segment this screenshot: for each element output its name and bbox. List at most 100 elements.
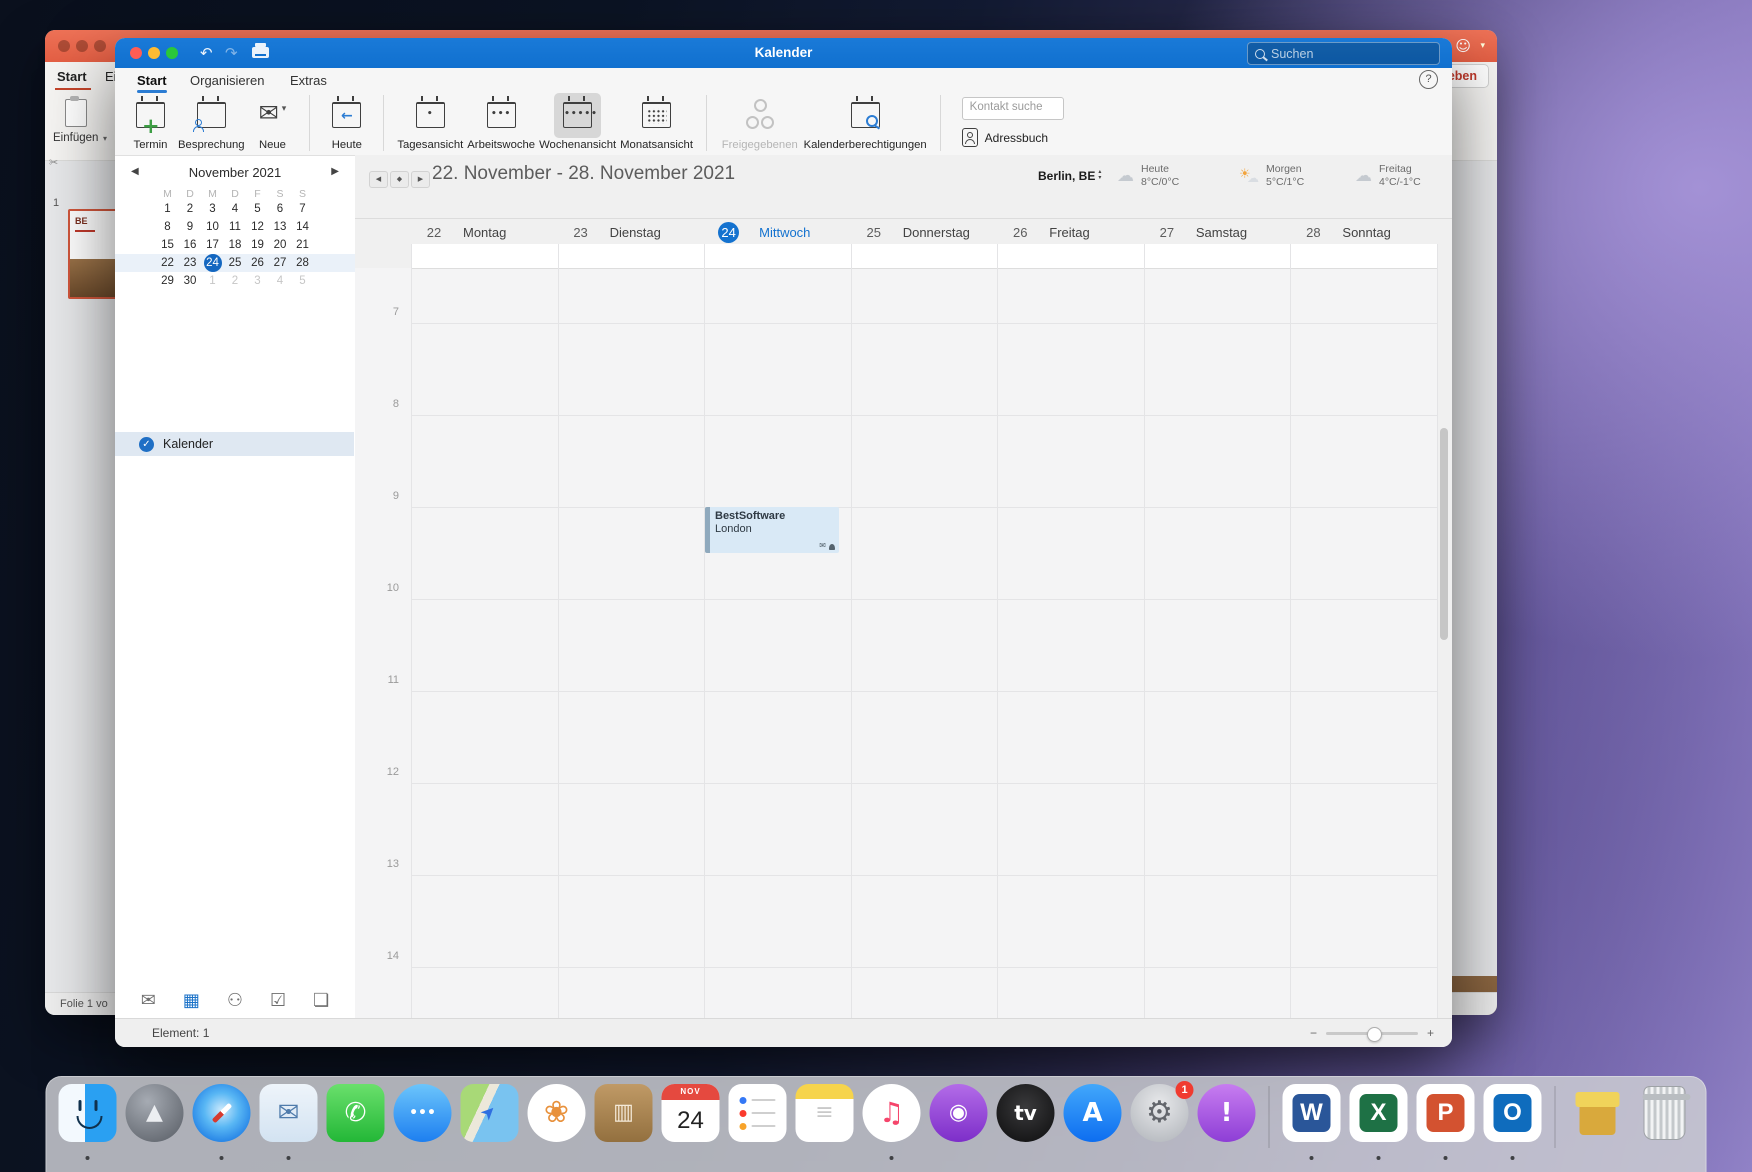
addressbook-button[interactable]: Adressbuch [962,128,1064,147]
powerpoint-icon[interactable]: P [1417,1084,1475,1142]
zoom-out-button[interactable]: − [1310,1026,1317,1040]
dock-item-reminders[interactable] [727,1084,789,1162]
day-header-sonntag[interactable]: 28Sonntag [1290,219,1437,245]
excel-icon[interactable]: X [1350,1084,1408,1142]
minical-day-17[interactable]: 17 [201,236,224,254]
contacts-icon[interactable]: ▥ [595,1084,653,1142]
dock-item-trash[interactable] [1634,1084,1696,1162]
zoom-slider-thumb[interactable] [1367,1027,1382,1042]
feedback-assistant-icon[interactable]: ! [1198,1084,1256,1142]
help-button[interactable]: ? [1419,70,1438,89]
dock-item-maps[interactable]: ➤ [459,1084,521,1162]
module-mail-icon[interactable]: ✉ [141,992,156,1010]
module-people-icon[interactable]: ⚇ [227,992,243,1010]
tab-start[interactable]: Start [137,73,167,88]
minical-day-27[interactable]: 27 [269,254,292,272]
dock-item-mail[interactable]: ✉ [258,1084,320,1162]
dock-item-launchpad[interactable]: ▲ [124,1084,186,1162]
reminders-icon[interactable] [729,1084,787,1142]
minical-day-12[interactable]: 12 [246,218,269,236]
minical-day-28[interactable]: 28 [291,254,314,272]
tab-extras[interactable]: Extras [290,73,327,88]
minical-day-5[interactable]: 5 [246,200,269,218]
dock-item-calendar[interactable]: NOV24 [660,1084,722,1162]
day-header-freitag[interactable]: 26Freitag [997,219,1144,245]
dock-item-music[interactable]: ♫ [861,1084,923,1162]
module-notes-icon[interactable]: ❏ [313,992,329,1010]
dock-item-contacts[interactable]: ▥ [593,1084,655,1162]
dock-item-word[interactable]: W [1281,1084,1343,1162]
notes-icon[interactable]: ≡ [796,1084,854,1142]
outlook-icon[interactable]: O [1484,1084,1542,1142]
minical-day-18[interactable]: 18 [224,236,247,254]
dock-item-outlook[interactable]: O [1482,1084,1544,1162]
minical-day-26[interactable]: 26 [246,254,269,272]
dock-item-system-preferences[interactable]: ⚙1 [1129,1084,1191,1162]
dock-item-feedback-assistant[interactable]: ! [1196,1084,1258,1162]
minical-day-16[interactable]: 16 [179,236,202,254]
dock-item-photos[interactable]: ❀ [526,1084,588,1162]
minical-day-4[interactable]: 4 [224,200,247,218]
dock-item-facetime[interactable]: ✆ [325,1084,387,1162]
day-header-dienstag[interactable]: 23Dienstag [558,219,705,245]
module-tasks-icon[interactable]: ☑ [270,992,286,1010]
vertical-scrollbar[interactable] [1440,428,1448,640]
sidebar-item-kalender[interactable]: ✓ Kalender [115,432,354,456]
cut-icon[interactable]: ✂ [49,156,58,169]
tab-organisieren[interactable]: Organisieren [190,73,264,88]
word-icon[interactable]: W [1283,1084,1341,1142]
podcasts-icon[interactable]: ◉ [930,1084,988,1142]
ribbon-button-kalenderberechtigungen[interactable]: Kalenderberechtigungen [804,93,927,153]
dock-item-safari[interactable] [191,1084,253,1162]
search-field[interactable]: Suchen [1247,42,1440,65]
dock-item-tv[interactable]: tv [995,1084,1057,1162]
minical-day-23[interactable]: 23 [179,254,202,272]
all-day-row[interactable] [411,244,1437,269]
dock-item-package[interactable] [1567,1084,1629,1162]
minical-day-4[interactable]: 4 [269,272,292,290]
ppt-close-button[interactable] [58,40,70,52]
ppt-zoom-button[interactable] [94,40,106,52]
event-bestsoftware[interactable]: BestSoftware London ✉ [705,507,839,553]
minical-day-7[interactable]: 7 [291,200,314,218]
outlook-window[interactable]: ↶ ↷ Kalender Suchen Start Organisieren E… [115,38,1452,1047]
ppt-tab-start[interactable]: Start [57,69,87,84]
minical-day-3[interactable]: 3 [201,200,224,218]
minical-prev-icon[interactable]: ◀ [131,166,139,177]
minical-day-2[interactable]: 2 [179,200,202,218]
calendar-grid[interactable] [355,268,1437,1019]
contact-search-input[interactable]: Kontakt suche [962,97,1064,120]
dock-item-excel[interactable]: X [1348,1084,1410,1162]
minical-day-1[interactable]: 1 [156,200,179,218]
dock-item-appstore[interactable]: A [1062,1084,1124,1162]
minical-day-3[interactable]: 3 [246,272,269,290]
ribbon-button-wochenansicht[interactable]: •••••Wochenansicht [539,93,616,153]
ribbon-button-monatsansicht[interactable]: Monatsansicht [620,93,693,153]
minical-day-24[interactable]: 24 [204,254,222,272]
dock-item-messages[interactable]: ••• [392,1084,454,1162]
package-icon[interactable] [1569,1084,1627,1142]
dock-item-finder[interactable] [57,1084,119,1162]
minical-day-21[interactable]: 21 [291,236,314,254]
minical-day-11[interactable]: 11 [224,218,247,236]
ribbon-button-termin[interactable]: +Termin [127,93,174,153]
ribbon-button-heute[interactable]: ←Heute [323,93,370,153]
paste-label[interactable]: Einfügen [53,132,98,144]
safari-icon[interactable] [193,1084,251,1142]
dock-item-powerpoint[interactable]: P [1415,1084,1477,1162]
ribbon-button-arbeitswoche[interactable]: •••Arbeitswoche [467,93,535,153]
day-header-donnerstag[interactable]: 25Donnerstag [851,219,998,245]
music-icon[interactable]: ♫ [863,1084,921,1142]
minical-day-8[interactable]: 8 [156,218,179,236]
calendar-check-icon[interactable]: ✓ [139,437,154,452]
mail-icon[interactable]: ✉ [260,1084,318,1142]
paste-icon[interactable] [65,99,87,127]
zoom-in-button[interactable]: + [1427,1026,1434,1040]
feedback-smiley-icon[interactable]: ☺ [1455,37,1471,55]
minical-next-icon[interactable]: ▶ [331,166,339,177]
chevron-down-icon[interactable]: ▾ [282,104,287,114]
day-header-montag[interactable]: 22Montag [411,219,558,245]
dock-item-podcasts[interactable]: ◉ [928,1084,990,1162]
minical-day-10[interactable]: 10 [201,218,224,236]
ppt-minimize-button[interactable] [76,40,88,52]
